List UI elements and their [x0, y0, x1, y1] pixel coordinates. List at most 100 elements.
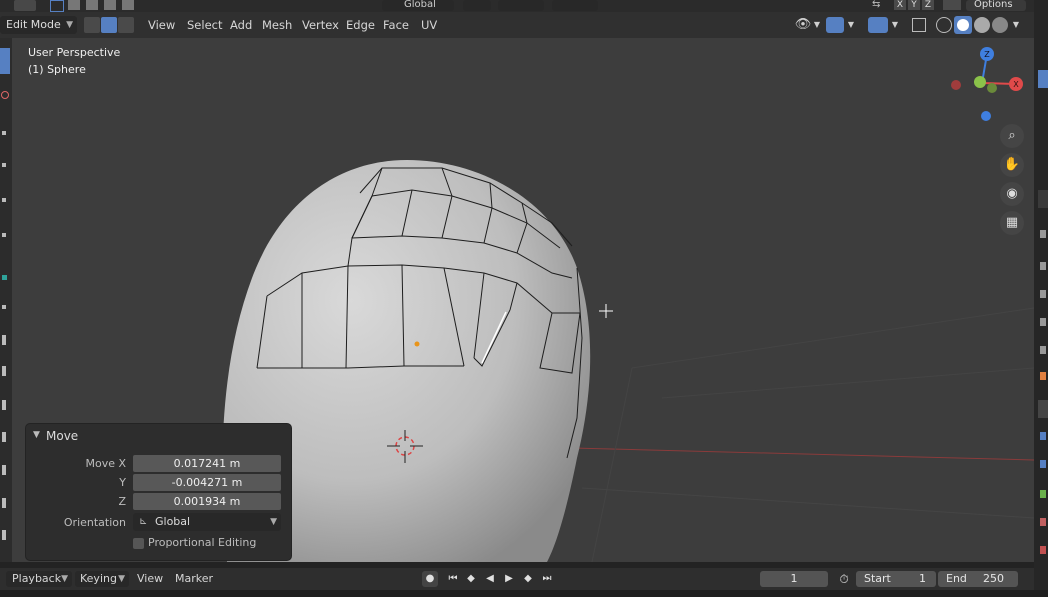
timeline-view-menu[interactable]: View: [137, 571, 163, 587]
gizmo-neg-x-axis[interactable]: [951, 80, 961, 90]
orientation-dropdown[interactable]: Global: [382, 0, 454, 11]
gizmo-toggle-icon[interactable]: [826, 17, 844, 33]
move-y-field[interactable]: -0.004271 m: [133, 474, 281, 491]
tool-tab-icon[interactable]: [1038, 70, 1048, 88]
chevron-down-icon[interactable]: ▼: [890, 16, 900, 34]
rotate-tool-icon[interactable]: [0, 158, 10, 172]
gizmo-neg-z-axis[interactable]: [981, 111, 991, 121]
snap-dropdown[interactable]: [498, 0, 544, 11]
collapse-triangle-icon[interactable]: ▼: [33, 430, 40, 440]
wireframe-shading-icon[interactable]: [936, 17, 952, 33]
eye-visibility-icon[interactable]: 👁: [792, 16, 814, 34]
vertex-select-mode-button[interactable]: [84, 17, 100, 33]
chevron-down-icon[interactable]: ▼: [1010, 16, 1022, 34]
particles-tab-icon[interactable]: [1040, 432, 1046, 440]
output-tab-icon[interactable]: [1040, 262, 1046, 270]
perspective-grid-icon[interactable]: ▦: [1000, 211, 1024, 235]
mirror-y-toggle[interactable]: Y: [908, 0, 920, 10]
poly-build-tool-icon[interactable]: [0, 496, 10, 510]
knife-tool-icon[interactable]: [0, 463, 10, 477]
gizmo-y-axis[interactable]: [974, 76, 986, 88]
camera-view-icon[interactable]: ◉: [1000, 182, 1024, 206]
chevron-down-icon[interactable]: ▼: [846, 16, 856, 34]
menu-uv[interactable]: UV: [416, 16, 442, 34]
menu-edge[interactable]: Edge: [341, 16, 380, 34]
chevron-down-icon[interactable]: ▼: [812, 16, 822, 34]
orientation-select[interactable]: ⊾ Global ▼: [133, 513, 281, 531]
start-frame-field[interactable]: Start 1: [856, 571, 936, 587]
menu-vertex[interactable]: Vertex: [297, 16, 344, 34]
inset-tool-icon[interactable]: [0, 364, 10, 378]
physics-tab-icon[interactable]: [1040, 460, 1046, 468]
pan-hand-icon[interactable]: ✋: [1000, 153, 1024, 177]
play-reverse-icon[interactable]: ◀: [482, 571, 498, 587]
select-box-mode-icon[interactable]: [50, 0, 64, 12]
menu-mesh[interactable]: Mesh: [257, 16, 297, 34]
record-keyframe-icon[interactable]: ●: [422, 571, 438, 587]
proportional-editing-checkbox[interactable]: [133, 538, 144, 549]
jump-to-end-icon[interactable]: ⏭: [539, 571, 555, 587]
collection-tab-icon[interactable]: [1040, 346, 1046, 354]
invert-mode-icon[interactable]: [104, 0, 116, 10]
spin-tool-icon[interactable]: [0, 528, 10, 542]
menu-view[interactable]: View: [143, 16, 180, 34]
mirror-z-toggle[interactable]: Z: [922, 0, 934, 10]
move-z-field[interactable]: 0.001934 m: [133, 493, 281, 510]
scale-tool-icon[interactable]: [0, 193, 10, 207]
modifier-tab-icon[interactable]: [1038, 400, 1048, 418]
mirror-icon[interactable]: ⇆: [872, 0, 880, 10]
jump-to-start-icon[interactable]: ⏮: [445, 571, 461, 587]
menu-add[interactable]: Add: [225, 16, 257, 34]
menu-face[interactable]: Face: [378, 16, 414, 34]
annotate-tool-icon[interactable]: [0, 270, 10, 284]
select-tool-icon[interactable]: [14, 0, 36, 11]
proportional-editing-dropdown[interactable]: [552, 0, 598, 11]
mirror-x-toggle[interactable]: X: [894, 0, 906, 10]
scene-tab-icon[interactable]: [1040, 290, 1046, 298]
navigation-gizmo[interactable]: Z X: [951, 47, 1023, 121]
menu-select[interactable]: Select: [182, 16, 227, 34]
pivot-point-dropdown[interactable]: [463, 0, 491, 11]
end-frame-field[interactable]: End 250: [938, 571, 1018, 587]
xray-toggle-icon[interactable]: [912, 18, 926, 32]
intersect-mode-icon[interactable]: [122, 0, 134, 10]
keying-menu[interactable]: Keying ▼: [75, 571, 129, 587]
current-frame-field[interactable]: 1: [760, 571, 828, 587]
extend-mode-icon[interactable]: [68, 0, 80, 10]
jump-to-next-keyframe-icon[interactable]: ◆: [520, 571, 536, 587]
rendered-shading-icon[interactable]: [992, 17, 1008, 33]
measure-tool-icon[interactable]: [0, 300, 10, 314]
face-select-mode-button[interactable]: [118, 17, 134, 33]
mode-dropdown[interactable]: Edit Mode ▼: [0, 16, 77, 34]
edge-select-mode-button[interactable]: [101, 17, 117, 33]
auto-merge-toggle[interactable]: [943, 0, 961, 10]
move-tool-icon[interactable]: [0, 126, 10, 140]
cursor-tool-icon[interactable]: [0, 88, 10, 102]
playback-menu[interactable]: Playback ▼: [6, 571, 72, 587]
loop-cut-tool-icon[interactable]: [0, 430, 10, 444]
tweak-tool-icon[interactable]: [0, 48, 10, 74]
jump-to-previous-keyframe-icon[interactable]: ◆: [463, 571, 479, 587]
object-tab-icon[interactable]: [1040, 372, 1046, 380]
bevel-tool-icon[interactable]: [0, 398, 10, 412]
subtract-mode-icon[interactable]: [86, 0, 98, 10]
texture-tab-icon[interactable]: [1040, 546, 1046, 554]
end-frame-label: End: [946, 572, 967, 585]
transform-tool-icon[interactable]: [0, 228, 10, 242]
extrude-tool-icon[interactable]: [0, 333, 10, 347]
view-tab-icon[interactable]: [1038, 190, 1048, 208]
world-tab-icon[interactable]: [1040, 318, 1046, 326]
solid-shading-icon[interactable]: [954, 16, 972, 34]
options-dropdown[interactable]: Options: [966, 0, 1026, 11]
gizmo-neg-y-axis[interactable]: [987, 83, 997, 93]
overlays-toggle-icon[interactable]: [868, 17, 888, 33]
play-icon[interactable]: ▶: [501, 571, 517, 587]
move-x-field[interactable]: 0.017241 m: [133, 455, 281, 472]
material-tab-icon[interactable]: [1040, 518, 1046, 526]
data-tab-icon[interactable]: [1040, 490, 1046, 498]
render-tab-icon[interactable]: [1040, 230, 1046, 238]
zoom-icon[interactable]: ⌕: [1000, 124, 1024, 148]
stopwatch-icon[interactable]: ⏱: [836, 571, 852, 587]
marker-menu[interactable]: Marker: [175, 571, 213, 587]
material-shading-icon[interactable]: [974, 17, 990, 33]
